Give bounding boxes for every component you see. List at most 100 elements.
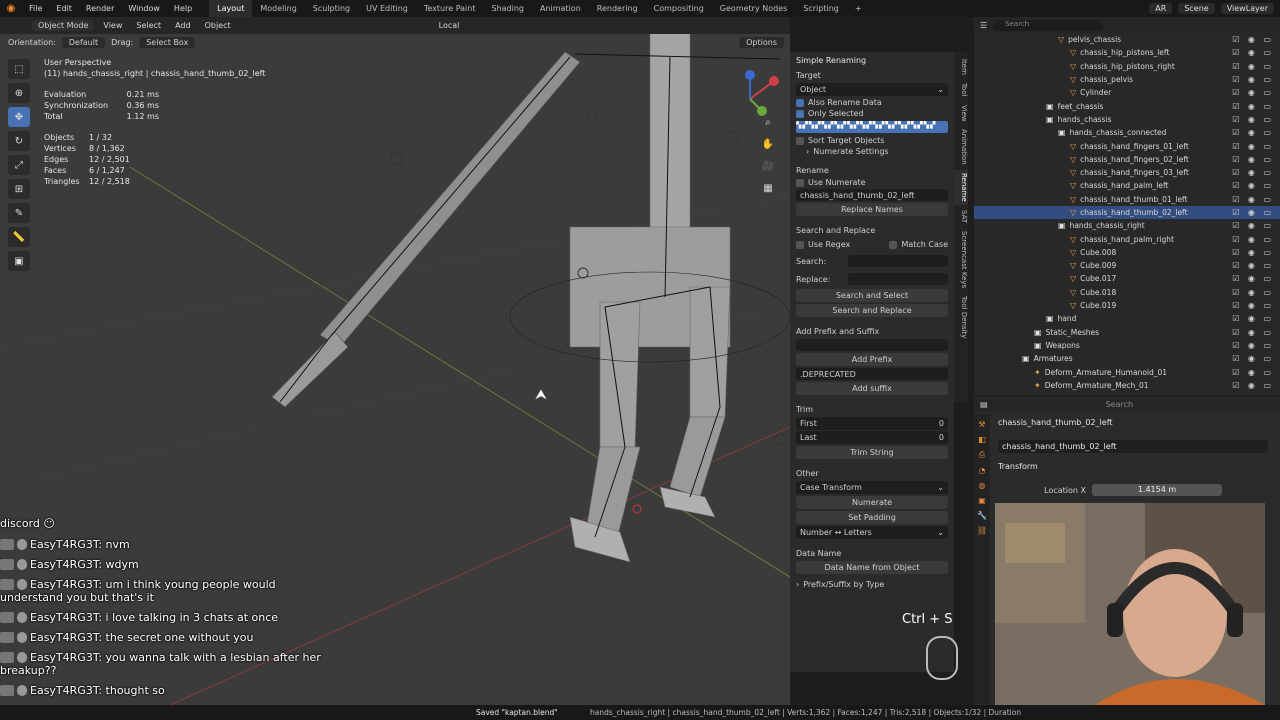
prefix-input[interactable]	[796, 339, 948, 351]
only-selected-checkbox[interactable]: Only Selected	[796, 109, 948, 118]
tool-tab-icon[interactable]: ⚒	[978, 420, 985, 429]
workspace-tab-uv-editing[interactable]: UV Editing	[358, 0, 416, 17]
view-layer-selector[interactable]: ViewLayer	[1220, 3, 1274, 14]
ar-selector[interactable]: AR	[1149, 3, 1173, 14]
workspace-tab-scripting[interactable]: Scripting	[795, 0, 847, 17]
visibility-icon[interactable]: ☑ ◉ ▭	[1232, 142, 1274, 151]
properties-search-input[interactable]: Search	[1106, 400, 1133, 409]
trim-first-field[interactable]: First 0	[796, 417, 948, 430]
search-and-select-button[interactable]: Search and Select	[796, 289, 948, 302]
add-suffix-button[interactable]: Add suffix	[796, 382, 948, 395]
visibility-icon[interactable]: ☑ ◉ ▭	[1232, 328, 1274, 337]
viewport-menu-view[interactable]: View	[98, 21, 127, 30]
workspace-tab-layout[interactable]: Layout	[209, 0, 253, 17]
drag-dropdown[interactable]: Select Box	[139, 36, 196, 48]
outliner-row[interactable]: ▣ hand ☑ ◉ ▭	[974, 312, 1280, 325]
replace-names-button[interactable]: Replace Names	[796, 203, 948, 216]
visibility-icon[interactable]: ☑ ◉ ▭	[1232, 75, 1274, 84]
visibility-icon[interactable]: ☑ ◉ ▭	[1232, 261, 1274, 270]
outliner-row[interactable]: ▣ Armatures ☑ ◉ ▭	[974, 352, 1280, 365]
visibility-icon[interactable]: ☑ ◉ ▭	[1232, 115, 1274, 124]
sidebar-tab-tool-density[interactable]: Tool Density	[954, 293, 968, 341]
cursor-tool-icon[interactable]: ⊕	[8, 83, 30, 103]
replace-input[interactable]	[848, 273, 948, 285]
outliner-row[interactable]: ▣ Weapons ☑ ◉ ▭	[974, 339, 1280, 352]
outliner-row[interactable]: ▽ Cube.018 ☑ ◉ ▭	[974, 286, 1280, 299]
target-dropdown[interactable]: Object ⌄	[796, 83, 948, 96]
visibility-icon[interactable]: ☑ ◉ ▭	[1232, 35, 1274, 44]
scene-selector[interactable]: Scene	[1178, 3, 1215, 14]
sidebar-tab-animation[interactable]: Animation	[954, 126, 968, 168]
use-numerate-checkbox[interactable]: Use Numerate	[796, 178, 948, 187]
visibility-icon[interactable]: ☑ ◉ ▭	[1232, 88, 1274, 97]
visibility-icon[interactable]: ☑ ◉ ▭	[1232, 155, 1274, 164]
visibility-icon[interactable]: ☑ ◉ ▭	[1232, 128, 1274, 137]
prefix-suffix-by-type-toggle[interactable]: › Prefix/Suffix by Type	[796, 580, 948, 589]
rename-input[interactable]: chassis_hand_thumb_02_left	[796, 189, 948, 201]
mode-selector[interactable]: Object Mode	[32, 20, 95, 31]
transform-tool-icon[interactable]: ⊞	[8, 179, 30, 199]
viewport-menu-object[interactable]: Object	[200, 21, 236, 30]
camera-icon[interactable]: 🎥	[760, 161, 776, 177]
outliner-row[interactable]: ▽ chassis_hand_palm_right ☑ ◉ ▭	[974, 232, 1280, 245]
scene-tab-icon[interactable]: ◔	[979, 466, 986, 475]
menu-file[interactable]: File	[22, 4, 49, 13]
numerate-settings-toggle[interactable]: › Numerate Settings	[796, 147, 948, 156]
search-input[interactable]	[848, 255, 948, 267]
options-dropdown[interactable]: Options	[739, 36, 784, 48]
annotate-tool-icon[interactable]: ✎	[8, 203, 30, 223]
outliner-row[interactable]: ▽ chassis_hand_fingers_03_left ☑ ◉ ▭	[974, 166, 1280, 179]
menu-edit[interactable]: Edit	[49, 4, 79, 13]
filter-icon[interactable]: ☰	[980, 21, 987, 30]
visibility-icon[interactable]: ☑ ◉ ▭	[1232, 341, 1274, 350]
outliner-row[interactable]: ▣ hands_chassis ☑ ◉ ▭	[974, 113, 1280, 126]
visibility-icon[interactable]: ☑ ◉ ▭	[1232, 248, 1274, 257]
search-and-replace-button[interactable]: Search and Replace	[796, 304, 948, 317]
outliner-row[interactable]: ▽ Cube.008 ☑ ◉ ▭	[974, 246, 1280, 259]
outliner-row[interactable]: ▽ Cube.009 ☑ ◉ ▭	[974, 259, 1280, 272]
move-tool-icon[interactable]: ✥	[8, 107, 30, 127]
object-tab-icon[interactable]: ▣	[978, 496, 986, 505]
add-workspace-icon[interactable]: +	[847, 0, 870, 17]
sidebar-tab-rename[interactable]: Rename	[954, 169, 968, 205]
visibility-icon[interactable]: ☑ ◉ ▭	[1232, 314, 1274, 323]
sidebar-tab-sat[interactable]: SAT	[954, 207, 968, 226]
visibility-icon[interactable]: ☑ ◉ ▭	[1232, 62, 1274, 71]
workspace-tab-texture-paint[interactable]: Texture Paint	[416, 0, 484, 17]
orientation-dropdown[interactable]: Default	[61, 36, 106, 48]
outliner-row[interactable]: ▽ chassis_hand_thumb_02_left ☑ ◉ ▭	[974, 205, 1280, 220]
outliner-row[interactable]: ✦ Deform_Armature_Mech_01 ☑ ◉ ▭	[974, 379, 1280, 392]
outliner-row[interactable]: ▽ chassis_hand_fingers_02_left ☑ ◉ ▭	[974, 153, 1280, 166]
outliner-row[interactable]: ▽ Cylinder ☑ ◉ ▭	[974, 86, 1280, 99]
outliner-search-input[interactable]: Search	[993, 19, 1104, 31]
visibility-icon[interactable]: ☑ ◉ ▭	[1232, 301, 1274, 310]
outliner-row[interactable]: ▽ chassis_hip_pistons_left ☑ ◉ ▭	[974, 46, 1280, 59]
visibility-icon[interactable]: ☑ ◉ ▭	[1232, 381, 1274, 390]
visibility-icon[interactable]: ☑ ◉ ▭	[1232, 274, 1274, 283]
output-tab-icon[interactable]: ⎙	[979, 450, 985, 460]
outliner-row[interactable]: ▽ chassis_hand_thumb_01_left ☑ ◉ ▭	[974, 193, 1280, 206]
outliner-row[interactable]: ▽ chassis_hand_fingers_01_left ☑ ◉ ▭	[974, 139, 1280, 152]
menu-render[interactable]: Render	[79, 4, 121, 13]
menu-help[interactable]: Help	[167, 4, 199, 13]
outliner-row[interactable]: ✦ Deform_Armature_Humanoid_01 ☑ ◉ ▭	[974, 365, 1280, 378]
pan-hand-icon[interactable]: ✋	[760, 139, 776, 155]
visibility-icon[interactable]: ☑ ◉ ▭	[1232, 181, 1274, 190]
workspace-tab-animation[interactable]: Animation	[532, 0, 589, 17]
measure-tool-icon[interactable]: 📏	[8, 227, 30, 247]
properties-editor-icon[interactable]: ▤	[980, 400, 988, 409]
add-prefix-button[interactable]: Add Prefix	[796, 353, 948, 366]
outliner-row[interactable]: ▣ hands_chassis_connected ☑ ◉ ▭	[974, 126, 1280, 139]
location-x-field[interactable]: 1.4154 m	[1092, 484, 1222, 496]
use-regex-checkbox[interactable]: Use Regex	[796, 240, 850, 249]
trim-last-field[interactable]: Last 0	[796, 431, 948, 444]
visibility-icon[interactable]: ☑ ◉ ▭	[1232, 221, 1274, 230]
workspace-tab-geometry-nodes[interactable]: Geometry Nodes	[712, 0, 795, 17]
visibility-icon[interactable]: ☑ ◉ ▭	[1232, 48, 1274, 57]
set-padding-button[interactable]: Set Padding	[796, 511, 948, 524]
sort-target-objects-checkbox[interactable]: Sort Target Objects	[796, 136, 948, 145]
blender-logo-icon[interactable]: ◉	[0, 3, 22, 14]
add-cube-tool-icon[interactable]: ▣	[8, 251, 30, 271]
outliner-row[interactable]: ▣ hands_chassis_right ☑ ◉ ▭	[974, 219, 1280, 232]
outliner-row[interactable]: ▽ chassis_pelvis ☑ ◉ ▭	[974, 73, 1280, 86]
